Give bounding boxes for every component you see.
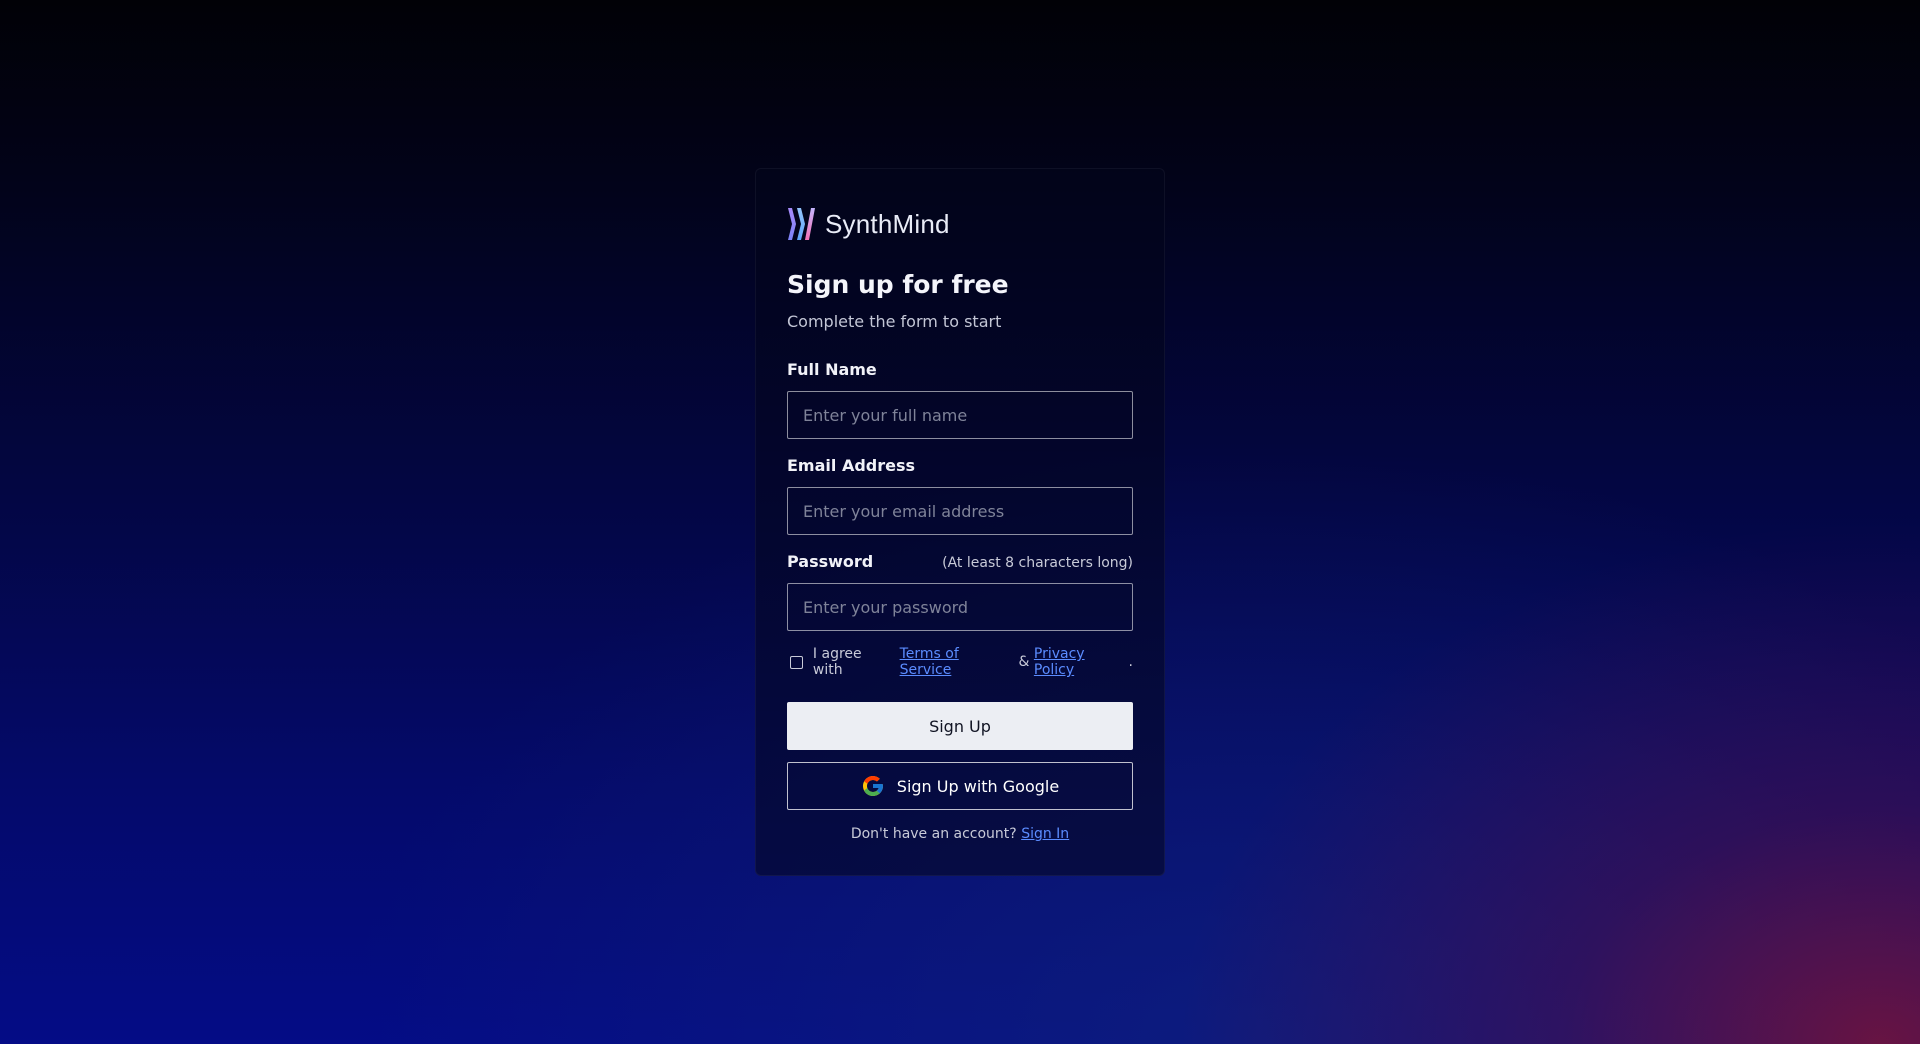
form-title: Sign up for free (787, 270, 1009, 299)
terms-checkbox[interactable] (790, 655, 803, 669)
footer-prompt-text: Don't have an account? (850, 826, 1017, 842)
signin-prompt: Don't have an account? Sign In (787, 826, 1133, 842)
privacy-policy-link[interactable]: Privacy Policy (1034, 646, 1129, 678)
google-button-label: Sign Up with Google (896, 776, 1060, 796)
terms-agreement: I agree with Terms of Service & Privacy … (787, 646, 1133, 678)
sign-up-button[interactable]: Sign Up (787, 702, 1133, 750)
agree-suffix: . (1128, 654, 1133, 670)
email-label: Email Address (787, 456, 916, 475)
full-name-label-row: Full Name (787, 360, 1133, 379)
synthmind-logo-icon (788, 208, 815, 240)
google-icon (862, 776, 883, 796)
email-label-row: Email Address (787, 456, 1133, 475)
agree-prefix: I agree with (812, 646, 862, 678)
brand-logo: SynthMind (787, 207, 1133, 241)
agree-separator: & (1018, 654, 1030, 670)
full-name-input[interactable] (787, 391, 1133, 439)
sign-up-with-google-button[interactable]: Sign Up with Google (787, 762, 1133, 810)
full-name-label: Full Name (787, 360, 877, 379)
terms-of-service-link[interactable]: Terms of Service (900, 646, 1014, 678)
form-subtitle: Complete the form to start (787, 312, 1002, 331)
email-input[interactable] (787, 487, 1133, 535)
sign-in-link[interactable]: Sign In (1021, 826, 1069, 842)
password-hint: (At least 8 characters long) (942, 555, 1133, 571)
password-label: Password (787, 552, 874, 571)
password-label-row: Password (At least 8 characters long) (787, 552, 1133, 571)
brand-name: SynthMind (825, 208, 950, 239)
signup-card: SynthMind Sign up for free Complete the … (755, 168, 1165, 876)
password-input[interactable] (787, 583, 1133, 631)
